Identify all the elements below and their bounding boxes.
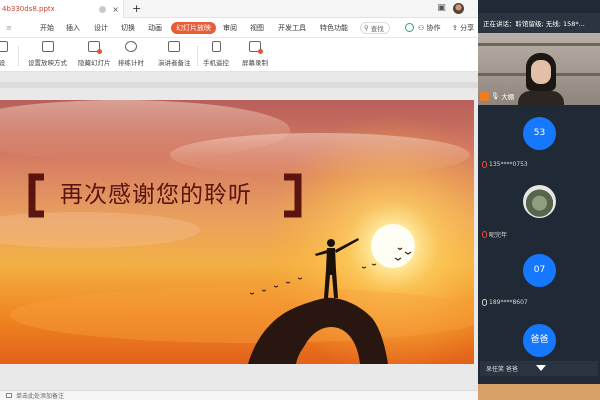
speaking-status-text: 正在讲话：聆馆留级; 无线; 158*...	[483, 20, 585, 28]
speaking-status-bar: 正在讲话：聆馆留级; 无线; 158*...	[478, 13, 600, 33]
collab-icon: ⚇	[418, 24, 425, 32]
rehearse-timing-label: 排练计时	[118, 59, 144, 67]
toolbar-divider	[18, 46, 19, 66]
participant-label: 135****0753	[482, 161, 528, 168]
clock-icon	[125, 41, 137, 52]
menu-tab-design[interactable]: 设计	[94, 22, 108, 34]
phone-remote-label: 手机遥控	[203, 59, 229, 67]
participant-label: 189****8607	[482, 299, 528, 306]
new-tab-button[interactable]: +	[132, 2, 141, 15]
share-label: 分享	[460, 24, 475, 32]
participant-name: 昵完年	[489, 232, 508, 239]
search-label: 查找	[370, 25, 384, 33]
notes-bar[interactable]: 单击此处添加备注	[0, 390, 478, 400]
slide-artwork	[0, 100, 474, 364]
participant-label: 昵完年	[482, 230, 507, 239]
share-icon: ⇪	[452, 24, 458, 32]
host-label: 🎙 大棚	[480, 91, 514, 101]
document-tab[interactable]: 4b330ds8.pptx ×	[0, 0, 124, 18]
toolbar-divider	[197, 46, 198, 66]
setup-show-button[interactable]: 设置放映方式	[28, 41, 67, 67]
strip-label: 呆任笑 爸爸	[486, 366, 518, 373]
menu-tab-review[interactable]: 审阅	[223, 22, 237, 34]
menu-tab-features[interactable]: 特色功能	[320, 22, 348, 34]
host-name: 大棚	[501, 93, 515, 101]
document-tab-label: 4b330ds8.pptx	[2, 5, 55, 13]
phone-remote-button[interactable]: 手机遥控	[203, 41, 229, 67]
menu-tab-animation[interactable]: 动画	[148, 22, 162, 34]
mic-muted-icon	[482, 161, 487, 168]
setup-show-label: 设置放映方式	[28, 59, 67, 67]
menu-tab-developer[interactable]: 开发工具	[278, 22, 306, 34]
search-icon: ⚲	[364, 24, 369, 32]
search-box[interactable]: ⚲ 查找	[360, 22, 390, 34]
speaker-notes-label: 演讲者备注	[158, 59, 191, 67]
screen-record-label: 屏幕录制	[242, 59, 268, 67]
menu-tab-start[interactable]: 开始	[40, 22, 54, 34]
notes-icon	[6, 393, 12, 398]
close-tab-icon[interactable]: ×	[112, 5, 119, 14]
notes-placeholder: 单击此处添加备注	[16, 393, 65, 400]
desktop-strip	[478, 384, 600, 400]
tool-partial[interactable]: 设	[0, 41, 8, 67]
mic-icon	[482, 299, 487, 306]
participant-name: 189****8607	[489, 299, 528, 306]
participant-avatar[interactable]: 爸爸	[523, 324, 556, 357]
participant-avatar[interactable]: 07	[523, 254, 556, 287]
slide-title[interactable]: 再次感谢您的聆听	[60, 175, 252, 209]
app-root: 4b330ds8.pptx × + ▣ ≡ 开始 插入 设计 切换 动画 幻灯片…	[0, 0, 600, 400]
user-avatar[interactable]	[453, 3, 464, 14]
presentation-editor: 4b330ds8.pptx × + ▣ ≡ 开始 插入 设计 切换 动画 幻灯片…	[0, 0, 478, 400]
menu-tab-slideshow[interactable]: 幻灯片放映	[171, 22, 216, 34]
menu-tab-insert[interactable]: 插入	[66, 22, 80, 34]
shelf	[478, 43, 600, 46]
meeting-panel: 正在讲话：聆馆留级; 无线; 158*... 🎙 大棚 53 135****07…	[478, 0, 600, 400]
sync-icon[interactable]	[405, 23, 414, 32]
ribbon-menu-bar: ≡ 开始 插入 设计 切换 动画 幻灯片放映 审阅 视图 开发工具 特色功能 ⚲…	[0, 18, 478, 38]
sun-shape	[371, 224, 415, 268]
window-layout-icon[interactable]: ▣	[436, 3, 447, 14]
chevron-down-icon[interactable]	[536, 365, 546, 371]
doc-status-icon	[99, 5, 107, 13]
mic-icon: 🎙	[491, 92, 500, 100]
participant-name: 135****0753	[489, 161, 528, 168]
rehearse-timing-button[interactable]: 排练计时	[118, 41, 144, 67]
collab-label: 协作	[426, 24, 441, 32]
slide-canvas[interactable]: 再次感谢您的聆听	[0, 100, 474, 364]
partial-tool-icon	[0, 41, 8, 52]
participant-avatar[interactable]	[523, 185, 556, 218]
host-face	[531, 60, 551, 84]
menu-tab-transition[interactable]: 切换	[121, 22, 135, 34]
mic-muted-icon	[482, 231, 487, 238]
host-badge-icon	[480, 91, 489, 101]
hide-slide-button[interactable]: 隐藏幻灯片	[78, 41, 111, 67]
partial-tool-label: 设	[0, 59, 6, 67]
phone-icon	[211, 41, 221, 52]
menu-tab-view[interactable]: 视图	[250, 22, 264, 34]
hide-slide-label: 隐藏幻灯片	[78, 59, 111, 67]
menu-overflow-icon[interactable]: ≡	[6, 22, 12, 34]
host-body	[518, 91, 564, 105]
ruler	[0, 82, 478, 88]
participant-avatar[interactable]: 53	[523, 117, 556, 150]
notes-icon	[168, 41, 181, 52]
setup-show-icon	[41, 41, 54, 52]
slideshow-toolbar: 设 设置放映方式 隐藏幻灯片 排练计时 演讲者备注 手机遥控 屏幕录制	[0, 38, 478, 72]
share-button[interactable]: ⇪ 分享	[452, 22, 474, 34]
collab-button[interactable]: ⚇ 协作	[418, 22, 441, 34]
speaker-notes-button[interactable]: 演讲者备注	[158, 41, 191, 67]
hide-slide-icon	[88, 41, 103, 54]
screen-record-button[interactable]: 屏幕录制	[242, 41, 268, 67]
record-icon	[249, 41, 263, 54]
participant-strip[interactable]: 呆任笑 爸爸	[480, 361, 598, 376]
document-tab-bar: 4b330ds8.pptx × + ▣	[0, 0, 478, 18]
